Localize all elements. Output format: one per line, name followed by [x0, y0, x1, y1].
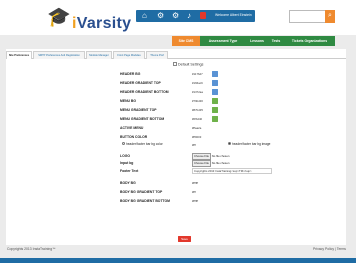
main-menu: Site CMS Assessment Type Lessons Tests T… [0, 35, 356, 46]
logo-text: iVarsity [72, 15, 132, 32]
setting-row: BODY BG GRADIENT BOTTOM #ffffff [6, 198, 346, 206]
color-picker-icon[interactable] [212, 116, 218, 122]
settings-tabs: Site Preferences SMTP Preferences And Re… [6, 49, 346, 59]
setting-row: BODY BG #ffffff [6, 180, 346, 188]
tab-theme-pref[interactable]: Theme Pref [146, 51, 168, 59]
bar-bg-color-value[interactable]: #fff [192, 143, 209, 148]
page-footer: Copyrights 2013 InstaTraining™ Privacy P… [0, 245, 356, 263]
color-value[interactable]: #ffaa2a [192, 126, 209, 131]
footer-links[interactable]: Privacy Policy | Terms [313, 247, 346, 251]
setting-row: HEADER GRADIENT BOTTOM #1372aa [6, 89, 346, 97]
color-value[interactable]: #ffffff [192, 181, 209, 186]
color-value[interactable]: #1372aa [192, 90, 209, 95]
footer-text-input[interactable]: Copyrights 2013 InstaTraining<sup>TM</su… [192, 168, 272, 174]
color-value[interactable]: #ffffff [192, 199, 209, 204]
color-picker-icon[interactable] [212, 89, 218, 95]
color-picker-icon[interactable] [212, 80, 218, 86]
notification-badge[interactable] [200, 12, 206, 19]
color-picker-icon[interactable] [212, 71, 218, 77]
save-button[interactable]: Save [178, 236, 191, 242]
welcome-text: Welcome Albert Einstein [215, 13, 252, 17]
setting-row: HEADER BG #1176d7 [6, 71, 346, 79]
footer-bar [0, 258, 356, 263]
setting-row: MENU GRADIENT BOTTOM #6fb240 [6, 116, 346, 124]
menu-assessment-type[interactable]: Assessment Type [200, 36, 246, 46]
menu-site-cms[interactable]: Site CMS [172, 36, 200, 46]
settings-panel: Site Preferences SMTP Preferences And Re… [6, 49, 346, 245]
copyright-text: Copyrights 2013 InstaTraining™ [7, 247, 56, 251]
tab-site-preferences[interactable]: Site Preferences [6, 51, 32, 59]
input-bg-row: Input bg [120, 161, 134, 165]
color-picker-icon[interactable] [212, 107, 218, 113]
graduation-cap-icon: 🎓 [47, 7, 71, 28]
search-input[interactable]: ⌕ [289, 10, 335, 23]
color-value[interactable]: #1176d7 [192, 72, 209, 77]
logo-file-input[interactable]: Choose File No file chosen [192, 153, 229, 160]
setting-row: HEADER GRADIENT TOP #166ac9 [6, 80, 346, 88]
home-icon[interactable]: ⌂ [142, 11, 147, 21]
default-settings-toggle[interactable]: Default Settings [173, 62, 203, 67]
color-value[interactable]: #fff [192, 190, 209, 195]
setting-row: MENU GRADIENT TOP #87bd35 [6, 107, 346, 115]
top-navbar: ⌂ ⚙ ⚙ ♪ Welcome Albert Einstein [136, 10, 255, 22]
menu-tests[interactable]: Tests [268, 36, 284, 46]
ivarsity-logo[interactable]: 🎓 iVarsity [47, 6, 131, 34]
color-value[interactable]: #ff9003 [192, 135, 209, 140]
setting-row: ACTIVE MENU #ffaa2a [6, 125, 346, 133]
color-value[interactable]: #79bd30 [192, 99, 209, 104]
tab-front-page-modules[interactable]: Front Page Modules [113, 51, 145, 59]
setting-row: BUTTON COLOR #ff9003 [6, 134, 346, 142]
bell-icon[interactable]: ♪ [187, 11, 191, 21]
tab-module-manager[interactable]: Module Manager [86, 51, 112, 59]
footer-text-row: Footer Text [120, 169, 139, 173]
color-value[interactable]: #87bd35 [192, 108, 209, 113]
input-bg-file-input[interactable]: Choose File No file chosen [192, 160, 229, 167]
color-value[interactable]: #6fb240 [192, 117, 209, 122]
setting-row: #fff [6, 142, 346, 150]
top-header: 🎓 iVarsity ⌂ ⚙ ⚙ ♪ Welcome Albert Einste… [0, 0, 356, 40]
setting-row: MENU BG #79bd30 [6, 98, 346, 106]
menu-lessons[interactable]: Lessons [246, 36, 268, 46]
color-value[interactable]: #166ac9 [192, 81, 209, 86]
menu-tickets-organizations[interactable]: Tickets Organizations [284, 36, 335, 46]
bar-bg-image-option[interactable]: header/footer bar bg image [228, 142, 270, 146]
tab-smtp-preferences[interactable]: SMTP Preferences And Registration [33, 51, 85, 59]
default-settings-checkbox[interactable] [173, 62, 177, 66]
settings-icon[interactable]: ⚙ [157, 11, 164, 21]
gear-icon[interactable]: ⚙ [172, 11, 179, 21]
color-picker-icon[interactable] [212, 98, 218, 104]
search-icon[interactable]: ⌕ [325, 10, 335, 23]
radio-button[interactable] [228, 142, 231, 146]
setting-row: BODY BG GRADIENT TOP #fff [6, 189, 346, 197]
